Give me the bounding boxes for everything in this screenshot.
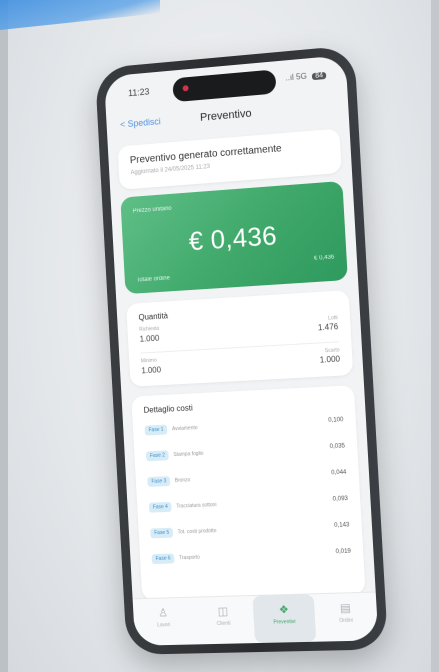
phase-description: Trasporto — [179, 555, 200, 562]
phase-badge: Fase 6 — [152, 553, 175, 564]
phase-value: 0,035 — [330, 443, 346, 450]
phase-badge: Fase 5 — [150, 528, 173, 539]
people-icon: ♙ — [133, 606, 193, 620]
phase-value: 0,093 — [333, 496, 349, 503]
chat-icon: ◫ — [193, 604, 254, 619]
tab-label: Preventivi — [254, 619, 316, 627]
cost-row[interactable]: Fase 2 Stampa foglio 0,035 — [146, 442, 346, 465]
signal-icon: ..ıl 5G — [285, 72, 307, 83]
quantity-row-right-value: 1.476 — [318, 322, 339, 332]
tab-clienti[interactable]: ◫ Clienti — [192, 596, 255, 644]
phase-badge: Fase 1 — [144, 425, 167, 436]
phone-screen: 11:23 ..ıl 5G 84 < Spedisci Preventivo P… — [104, 55, 378, 646]
dynamic-island — [172, 69, 276, 102]
price-value: € 0,436 — [122, 215, 346, 261]
phase-description: Stampa foglio — [173, 451, 203, 458]
price-label: Prezzo unitario — [133, 206, 172, 215]
cost-row[interactable]: Fase 4 Tracciatura sottoni 0,093 — [149, 495, 349, 517]
status-icons: ..ıl 5G 84 — [285, 70, 326, 83]
price-secondary-label: Totale ordine — [136, 275, 170, 283]
tab-label: Ordini — [315, 617, 377, 625]
tab-preventivi[interactable]: ❖ Preventivi — [252, 594, 316, 643]
cost-details-title: Dettaglio costi — [143, 396, 342, 415]
phase-description: Tracciatura sottoni — [176, 502, 217, 510]
box-icon: ▤ — [314, 601, 377, 616]
battery-icon: 84 — [312, 72, 326, 80]
quantity-card: Quantità Richiesta 1.000 Lotti 1.476 Min… — [126, 290, 353, 387]
status-time: 11:23 — [128, 87, 150, 99]
phase-value: 0,044 — [331, 470, 347, 477]
cost-row[interactable]: Fase 3 Bronzo 0,044 — [147, 469, 347, 491]
price-secondary-value: € 0,436 — [314, 254, 335, 261]
cost-row[interactable]: Fase 5 Tot. costi prodotto 0,143 — [150, 521, 350, 542]
phase-description: Tot. costi prodotto — [178, 528, 217, 535]
phase-description: Bronzo — [175, 477, 191, 484]
tab-ordini[interactable]: ▤ Ordini — [314, 593, 379, 642]
phase-value: 0,143 — [334, 522, 350, 529]
unit-price-card: Prezzo unitario € 0,436 € 0,436 Totale o… — [120, 181, 348, 294]
cost-row[interactable]: Fase 6 Trasporto 0,019 — [152, 548, 352, 568]
quantity-row-right-label: Lotti — [328, 315, 338, 322]
tab-label: Lavori — [134, 622, 194, 629]
quantity-row-right-label: Scarto — [325, 347, 340, 354]
tab-label: Clienti — [193, 620, 254, 627]
quantity-row-right-value: 1.000 — [319, 354, 340, 364]
phase-badge: Fase 4 — [149, 502, 172, 513]
phase-value: 0,019 — [335, 549, 351, 556]
phase-description: Avviamento — [172, 425, 198, 432]
phase-badge: Fase 2 — [146, 450, 169, 461]
cost-details-card: Dettaglio costi Fase 1 Avviamento 0,100 … — [131, 385, 365, 600]
cost-row[interactable]: Fase 1 Avviamento 0,100 — [144, 416, 344, 439]
quote-icon: ❖ — [253, 602, 315, 617]
tab-bar: ♙ Lavori ◫ Clienti ❖ Preventivi ▤ Ordini — [133, 592, 379, 646]
tab-lavori[interactable]: ♙ Lavori — [133, 598, 195, 646]
recording-indicator-icon — [183, 85, 189, 91]
success-card: Preventivo generato correttamente Aggior… — [117, 128, 341, 189]
phone-device: 11:23 ..ıl 5G 84 < Spedisci Preventivo P… — [95, 45, 388, 655]
phase-value: 0,100 — [328, 417, 344, 424]
phase-badge: Fase 3 — [147, 476, 170, 487]
